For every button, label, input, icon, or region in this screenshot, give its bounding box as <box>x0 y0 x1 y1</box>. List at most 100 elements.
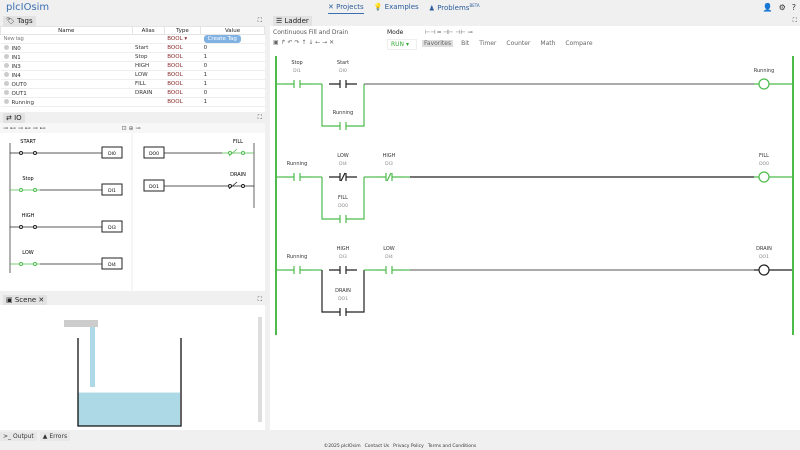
io-diagram: START DI0 Stop DI1 HIGH DI3 LOW DI4 FILL DO0 DRAIN… <box>9 133 255 291</box>
scrollbar[interactable] <box>258 317 262 422</box>
tag-row[interactable]: OUT0 FILL BOOL 1 <box>0 79 265 89</box>
contact-no[interactable]: FILL DO0 <box>329 195 357 223</box>
io-title: IO <box>14 114 22 122</box>
rung-1[interactable]: Stop DI1 Start DI0 Running Running <box>277 60 792 130</box>
io-input-low[interactable]: LOW DI4 <box>10 250 123 270</box>
terms-link[interactable]: Terms and Conditions <box>428 444 476 449</box>
expand-icon[interactable]: ⛶ <box>258 17 262 25</box>
contact-no[interactable]: LOW DI4 <box>375 246 403 274</box>
coil[interactable]: DRAIN DO1 <box>754 246 792 276</box>
coil[interactable]: FILL DO0 <box>754 153 792 183</box>
contact-address: DI1 <box>293 68 301 74</box>
errors-tab[interactable]: ▲ Errors <box>39 432 71 441</box>
col-value[interactable]: Value <box>200 26 265 35</box>
io-input-start[interactable]: START DI0 <box>10 139 123 159</box>
io-output-address: DO0 <box>149 151 159 157</box>
tag-row[interactable]: OUT1 DRAIN BOOL 0 <box>0 88 265 98</box>
output-tab[interactable]: >_ Output <box>0 432 37 441</box>
create-tag-button[interactable]: Create Tag <box>203 35 241 43</box>
copyright: ©2025 plcIOsim <box>323 443 361 449</box>
tag-status-icon <box>3 53 9 59</box>
io-input-high[interactable]: HIGH DI3 <box>10 213 123 233</box>
tag-value: 1 <box>200 70 265 80</box>
io-input-address: DI0 <box>108 151 116 157</box>
tag-row[interactable]: Running BOOL 1 <box>0 97 265 107</box>
expand-icon[interactable]: ⛶ <box>258 114 262 122</box>
instr-tab-bit[interactable]: Bit <box>459 40 471 47</box>
instr-tab-compare[interactable]: Compare <box>563 40 594 47</box>
tag-alias: FILL <box>132 79 165 89</box>
tag-row[interactable]: IN3 HIGH BOOL 0 <box>0 61 265 71</box>
rung-2[interactable]: Running LOW DI4 FILL DO0 HIGH DI3 FILL DO0 <box>277 153 792 223</box>
instr-tab-math[interactable]: Math <box>538 40 557 47</box>
contact-address: DI3 <box>385 161 393 167</box>
rung-tools[interactable]: ⊢⊣ ═ ⊣⊢ ⊣⊢ ⊸ <box>425 29 473 36</box>
scene-tab[interactable]: ▣ Scene ✕ <box>3 295 48 305</box>
tag-row[interactable]: IN0 Start BOOL 0 <box>0 43 265 53</box>
io-output-drain[interactable]: DRAIN DO1 <box>143 172 254 192</box>
expand-icon[interactable]: ⛶ <box>793 17 797 25</box>
ladder-tab[interactable]: ☰ Ladder <box>273 16 312 26</box>
tag-type: BOOL <box>164 70 201 80</box>
coil[interactable]: Running <box>754 68 792 90</box>
contact-no[interactable]: Start DI0 <box>329 60 357 88</box>
contact-no[interactable]: Running <box>283 254 311 274</box>
contact-no[interactable]: Running <box>283 161 311 181</box>
io-input-label: Stop <box>22 176 33 182</box>
edit-toolbar: ▣ ↱ ↶ ↷ ↑ ↓ ← → ✕ <box>273 39 334 46</box>
contact-no[interactable]: Stop DI1 <box>283 60 311 88</box>
col-alias[interactable]: Alias <box>131 26 165 35</box>
tag-alias: HIGH <box>132 61 165 71</box>
io-output-fill[interactable]: FILL DO0 <box>143 139 254 159</box>
edit-icons[interactable]: ▣ ↱ ↶ ↷ ↑ ↓ ← → ✕ <box>273 39 334 46</box>
io-tab[interactable]: ⇄ IO <box>3 113 25 123</box>
io-toolbar: ⊸ ⊷ ⊸ ⊷ ⊸ ⊷ ⊡ ⊕ ⊸ <box>0 123 265 133</box>
contact-no[interactable]: HIGH DI3 <box>329 246 357 274</box>
new-tag-input[interactable] <box>3 36 84 42</box>
nav-projects[interactable]: ✕ Projects <box>328 3 364 15</box>
nav-examples[interactable]: 💡 Examples <box>374 3 419 14</box>
water-stream <box>90 327 95 387</box>
tag-value: 1 <box>200 97 265 107</box>
new-tag-type-select[interactable]: BOOL ▾ <box>164 34 201 44</box>
io-input-address: DI3 <box>108 225 116 231</box>
tag-type: BOOL <box>164 52 201 62</box>
instr-tab-counter[interactable]: Counter <box>504 40 532 47</box>
expand-icon[interactable]: ⛶ <box>258 296 262 304</box>
user-icon[interactable]: 👤 <box>763 3 773 12</box>
contact-nc[interactable]: LOW DI4 <box>329 153 357 182</box>
tag-row[interactable]: IN4 LOW BOOL 1 <box>0 70 265 80</box>
io-output-tool-icons[interactable]: ⊡ ⊕ ⊸ <box>122 125 141 132</box>
tag-alias: LOW <box>132 70 165 80</box>
contact-nc[interactable]: HIGH DI3 <box>375 153 403 182</box>
scene-panel: ▣ Scene ✕ ⛶ <box>0 295 265 430</box>
help-icon[interactable]: ? <box>792 3 796 12</box>
instr-tab-timer[interactable]: Timer <box>477 40 498 47</box>
gear-icon[interactable]: ⚙ <box>779 3 786 12</box>
rung-3[interactable]: Running HIGH DI3 DRAIN DO1 LOW DI4 DRAIN DO1 <box>277 246 792 316</box>
tag-row[interactable]: IN1 Stop BOOL 1 <box>0 52 265 62</box>
io-input-stop[interactable]: Stop DI1 <box>10 176 123 196</box>
contact-link[interactable]: Contact Us <box>365 444 390 449</box>
nav-problems-label: Problems <box>437 4 470 13</box>
coil-label: Running <box>754 68 775 74</box>
nav-problems[interactable]: ♟ ProblemsBETA <box>429 3 480 14</box>
mode-select[interactable]: RUN ▾ <box>387 39 417 50</box>
tag-value: 0 <box>200 61 265 71</box>
tag-type: BOOL <box>164 61 201 71</box>
instruction-tabs: Favorites Bit Timer Counter Math Compare <box>422 40 595 47</box>
tags-tab[interactable]: 🏷 Tags <box>3 16 36 26</box>
beta-badge: BETA <box>469 3 480 8</box>
program-name[interactable]: Continuous Fill and Drain <box>273 29 348 36</box>
app-logo[interactable]: plcIOsim <box>6 2 49 13</box>
contact-address: DO1 <box>338 296 348 302</box>
nav-examples-label: Examples <box>384 3 419 11</box>
contact-no[interactable]: DRAIN DO1 <box>329 288 357 316</box>
col-name[interactable]: Name <box>0 26 133 35</box>
io-tool-icons[interactable]: ⊸ ⊷ ⊸ ⊷ ⊸ ⊷ <box>3 125 46 132</box>
col-type[interactable]: Type <box>163 26 202 35</box>
contact-no[interactable]: Running <box>329 110 357 130</box>
instr-tab-favorites[interactable]: Favorites <box>422 40 454 47</box>
tag-value: 1 <box>200 79 265 89</box>
privacy-link[interactable]: Privacy Policy <box>393 444 424 449</box>
